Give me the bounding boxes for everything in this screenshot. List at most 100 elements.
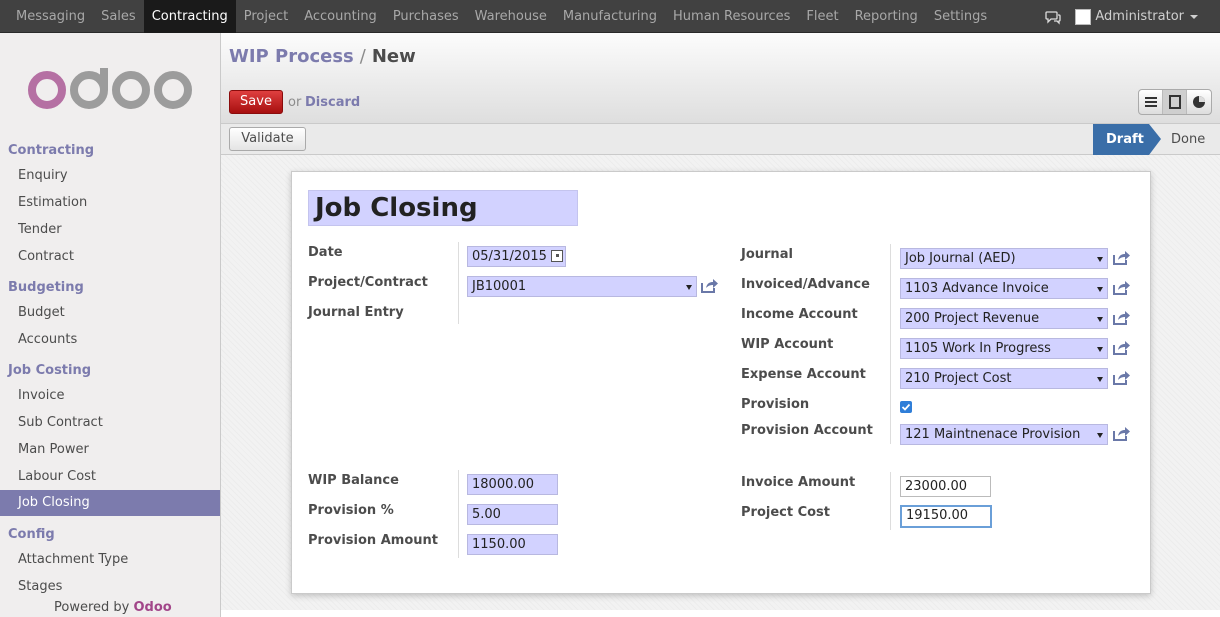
- user-area: Administrator: [1045, 0, 1198, 33]
- sidebar-item-accounts[interactable]: Accounts: [0, 327, 220, 353]
- external-link-icon[interactable]: [1112, 250, 1130, 266]
- label-project-contract: Project/Contract: [308, 275, 428, 290]
- sidebar-item-stages[interactable]: Stages: [0, 574, 220, 600]
- label-journal-entry: Journal Entry: [308, 305, 404, 320]
- avatar[interactable]: [1075, 8, 1092, 25]
- dropdown-arrow-icon: [1097, 257, 1103, 262]
- sidebar-item-enquiry[interactable]: Enquiry: [0, 163, 220, 189]
- sidebar-item-labour-cost[interactable]: Labour Cost: [0, 464, 220, 490]
- sidebar-item-estimation[interactable]: Estimation: [0, 190, 220, 216]
- external-link-icon[interactable]: [1112, 426, 1130, 442]
- status-draft[interactable]: Draft: [1093, 124, 1149, 155]
- odoo-logo[interactable]: [26, 68, 194, 112]
- sidebar-item-invoice[interactable]: Invoice: [0, 383, 220, 409]
- chevron-down-icon[interactable]: [1190, 14, 1198, 19]
- menu-settings[interactable]: Settings: [926, 0, 995, 33]
- provision-amount-input[interactable]: 1150.00: [467, 534, 558, 555]
- sidebar-section-job-costing: Job Costing: [8, 363, 92, 378]
- income-account-select[interactable]: 200 Project Revenue: [900, 308, 1108, 329]
- label-expense-account: Expense Account: [741, 367, 866, 382]
- external-link-icon[interactable]: [1112, 340, 1130, 356]
- expense-account-select[interactable]: 210 Project Cost: [900, 368, 1108, 389]
- chat-icon[interactable]: [1045, 9, 1062, 25]
- save-button[interactable]: Save: [229, 90, 283, 114]
- external-link-icon[interactable]: [1112, 370, 1130, 386]
- label-provision: Provision: [741, 397, 810, 412]
- discard-link[interactable]: Discard: [305, 95, 360, 110]
- form-view-button[interactable]: [1163, 90, 1187, 114]
- sidebar-item-contract[interactable]: Contract: [0, 244, 220, 270]
- control-panel: WIP Process / New Save or Discard: [221, 33, 1220, 124]
- sidebar-section-contracting: Contracting: [8, 143, 95, 158]
- provision-checkbox[interactable]: [900, 401, 912, 413]
- status-draft-arrow: [1149, 124, 1161, 155]
- menu-reporting[interactable]: Reporting: [847, 0, 926, 33]
- sidebar-item-budget[interactable]: Budget: [0, 300, 220, 326]
- breadcrumb-current: New: [371, 46, 416, 67]
- journal-select[interactable]: Job Journal (AED): [900, 248, 1108, 269]
- project-contract-value: JB10001: [472, 279, 527, 294]
- main-menu: Messaging Sales Contracting Project Acco…: [8, 0, 995, 33]
- validate-button[interactable]: Validate: [229, 127, 306, 151]
- sidebar-item-sub-contract[interactable]: Sub Contract: [0, 410, 220, 436]
- pie-chart-icon: [1193, 96, 1205, 108]
- menu-sales[interactable]: Sales: [93, 0, 144, 33]
- project-contract-select[interactable]: JB10001: [467, 276, 697, 297]
- calendar-icon[interactable]: [551, 250, 563, 262]
- menu-human-resources[interactable]: Human Resources: [665, 0, 798, 33]
- provision-percent-input[interactable]: 5.00: [467, 504, 558, 525]
- breadcrumb-parent[interactable]: WIP Process: [229, 46, 354, 67]
- status-bar: Validate Draft Done: [221, 124, 1220, 155]
- list-view-button[interactable]: [1139, 90, 1163, 114]
- external-link-icon[interactable]: [1112, 280, 1130, 296]
- dropdown-arrow-icon: [1097, 347, 1103, 352]
- status-done[interactable]: Done: [1171, 124, 1205, 155]
- provision-account-select[interactable]: 121 Maintnenace Provision: [900, 424, 1108, 445]
- sidebar: Contracting Enquiry Estimation Tender Co…: [0, 33, 221, 617]
- menu-manufacturing[interactable]: Manufacturing: [555, 0, 665, 33]
- list-icon: [1144, 97, 1157, 107]
- sidebar-item-attachment-type[interactable]: Attachment Type: [0, 547, 220, 573]
- form-icon: [1168, 95, 1181, 109]
- label-provision-amount: Provision Amount: [308, 533, 438, 548]
- label-invoiced-advance: Invoiced/Advance: [741, 277, 870, 292]
- sidebar-section-budgeting: Budgeting: [8, 280, 84, 295]
- menu-warehouse[interactable]: Warehouse: [467, 0, 555, 33]
- menu-messaging[interactable]: Messaging: [8, 0, 93, 33]
- invoiced-advance-value: 1103 Advance Invoice: [905, 281, 1049, 296]
- form-sheet: Job Closing Date Project/Contract Journa…: [291, 171, 1151, 594]
- sidebar-item-job-closing[interactable]: Job Closing: [0, 490, 220, 516]
- powered-by: Powered by Odoo: [54, 600, 172, 615]
- sidebar-item-tender[interactable]: Tender: [0, 217, 220, 243]
- wip-account-value: 1105 Work In Progress: [905, 341, 1051, 356]
- label-invoice-amount: Invoice Amount: [741, 475, 856, 490]
- powered-by-link[interactable]: Odoo: [134, 600, 172, 615]
- invoiced-advance-select[interactable]: 1103 Advance Invoice: [900, 278, 1108, 299]
- external-link-icon[interactable]: [1112, 310, 1130, 326]
- menu-contracting[interactable]: Contracting: [143, 0, 236, 33]
- external-link-icon[interactable]: [700, 278, 718, 294]
- menu-fleet[interactable]: Fleet: [798, 0, 846, 33]
- invoice-amount-input[interactable]: 23000.00: [900, 476, 991, 497]
- menu-accounting[interactable]: Accounting: [296, 0, 385, 33]
- wip-account-select[interactable]: 1105 Work In Progress: [900, 338, 1108, 359]
- project-cost-input[interactable]: 19150.00: [900, 505, 992, 528]
- label-journal: Journal: [741, 247, 793, 262]
- top-navbar: Messaging Sales Contracting Project Acco…: [0, 0, 1220, 33]
- title-input[interactable]: Job Closing: [308, 190, 578, 226]
- dropdown-arrow-icon: [686, 285, 692, 290]
- dropdown-arrow-icon: [1097, 317, 1103, 322]
- sidebar-section-config: Config: [8, 527, 55, 542]
- dropdown-arrow-icon: [1097, 287, 1103, 292]
- label-wip-balance: WIP Balance: [308, 473, 399, 488]
- sidebar-item-man-power[interactable]: Man Power: [0, 437, 220, 463]
- date-input[interactable]: 05/31/2015: [467, 246, 566, 267]
- wip-balance-input[interactable]: 18000.00: [467, 474, 558, 495]
- label-income-account: Income Account: [741, 307, 858, 322]
- label-date: Date: [308, 245, 343, 260]
- menu-project[interactable]: Project: [236, 0, 296, 33]
- menu-purchases[interactable]: Purchases: [385, 0, 467, 33]
- user-name[interactable]: Administrator: [1095, 9, 1184, 24]
- graph-view-button[interactable]: [1187, 90, 1211, 114]
- breadcrumb-separator: /: [359, 46, 366, 67]
